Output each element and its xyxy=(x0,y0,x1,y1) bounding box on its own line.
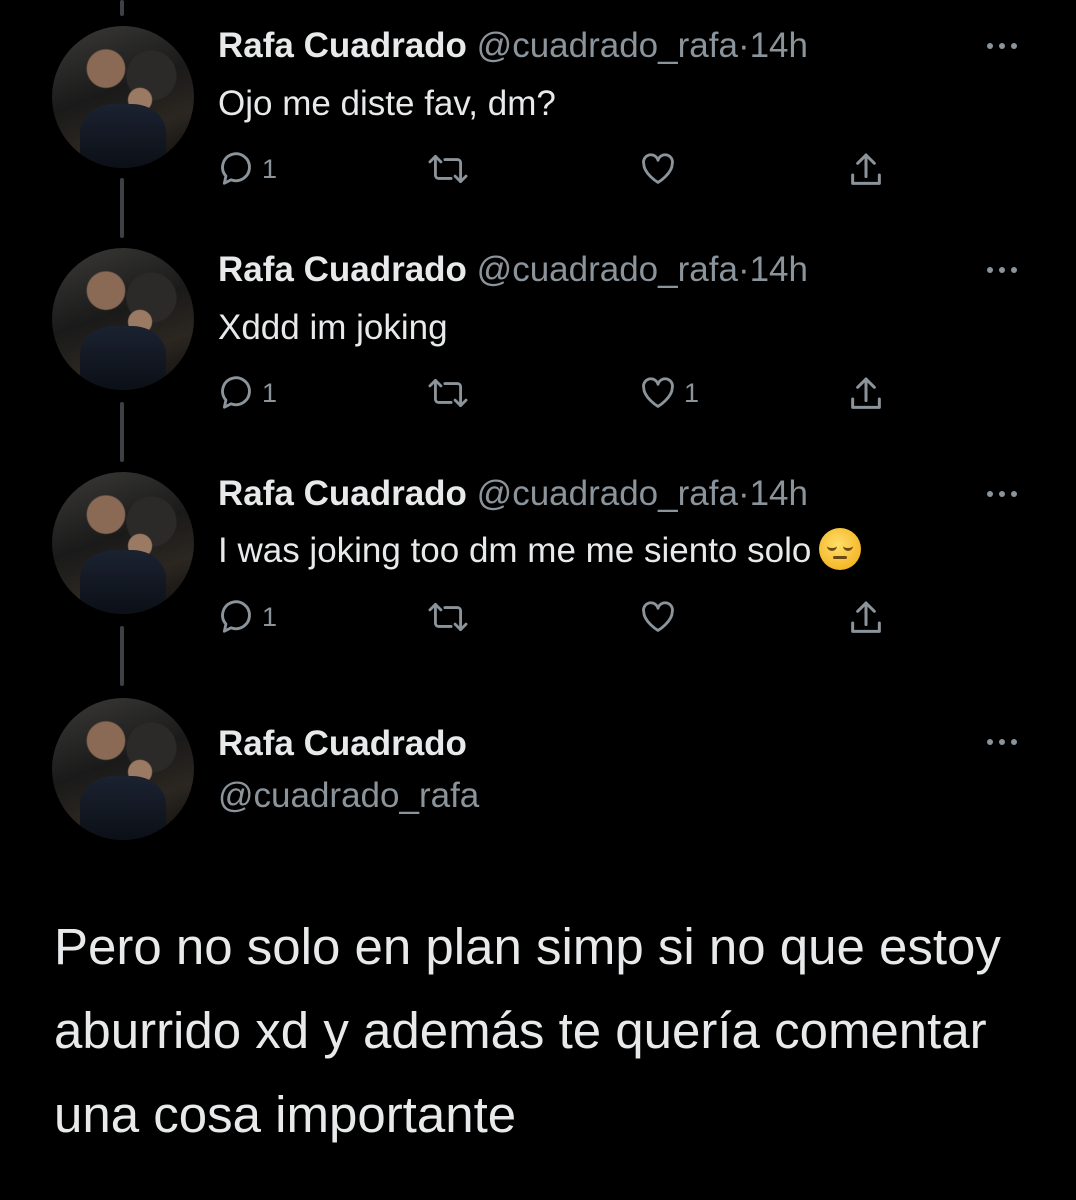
author-name[interactable]: Rafa Cuadrado xyxy=(218,474,467,513)
reply-button[interactable]: 1 xyxy=(218,150,277,188)
avatar[interactable] xyxy=(52,698,194,840)
separator: · xyxy=(737,26,750,65)
share-icon xyxy=(851,601,881,633)
like-icon xyxy=(642,377,674,408)
reply-button[interactable]: 1 xyxy=(218,598,277,636)
share-button[interactable] xyxy=(846,150,886,190)
avatar[interactable] xyxy=(52,26,194,168)
author-name[interactable]: Rafa Cuadrado xyxy=(218,26,467,65)
share-button[interactable] xyxy=(846,374,886,414)
avatar[interactable] xyxy=(52,248,194,390)
reply-button[interactable]: 1 xyxy=(218,374,277,412)
author-handle[interactable]: @cuadrado_rafa xyxy=(477,26,738,65)
tweet-header: Rafa Cuadrado @cuadrado_rafa·14h xyxy=(218,24,808,68)
more-icon[interactable] xyxy=(980,484,1024,504)
retweet-button[interactable] xyxy=(426,598,470,636)
tweet-text: Ojo me diste fav, dm? xyxy=(218,84,556,123)
like-icon xyxy=(642,153,674,184)
main-author-handle[interactable]: @cuadrado_rafa xyxy=(218,774,479,818)
author-handle[interactable]: @cuadrado_rafa xyxy=(477,474,738,513)
retweet-icon xyxy=(428,603,468,631)
share-button[interactable] xyxy=(846,598,886,638)
tweet[interactable]: Rafa Cuadrado @cuadrado_rafa·14h I was j… xyxy=(0,448,1076,672)
tweet-text: Xddd im joking xyxy=(218,308,448,347)
timestamp[interactable]: 14h xyxy=(750,474,808,513)
tweet[interactable]: Rafa Cuadrado @cuadrado_rafa·14h Xddd im… xyxy=(0,224,1076,448)
like-count: 1 xyxy=(684,377,700,408)
reply-count: 1 xyxy=(262,377,278,408)
separator: · xyxy=(737,474,750,513)
author-name[interactable]: Rafa Cuadrado xyxy=(218,250,467,289)
tweet-body: I was joking too dm me me siento solo xyxy=(218,528,862,573)
retweet-icon xyxy=(428,155,468,183)
reply-count: 1 xyxy=(262,153,278,184)
main-author-name[interactable]: Rafa Cuadrado xyxy=(218,722,467,766)
tweet[interactable]: Rafa Cuadrado @cuadrado_rafa·14h Ojo me … xyxy=(0,0,1076,224)
retweet-button[interactable] xyxy=(426,150,470,188)
share-icon xyxy=(851,377,881,409)
more-icon[interactable] xyxy=(980,732,1024,752)
more-icon[interactable] xyxy=(980,260,1024,280)
share-icon xyxy=(851,153,881,185)
tweet-actions: 1 1 xyxy=(0,374,1076,420)
avatar[interactable] xyxy=(52,472,194,614)
reply-icon xyxy=(221,600,251,633)
more-icon[interactable] xyxy=(980,36,1024,56)
tweet-actions: 1 xyxy=(0,598,1076,644)
tweet-header: Rafa Cuadrado @cuadrado_rafa·14h xyxy=(218,472,808,516)
like-button[interactable]: 1 xyxy=(638,374,699,412)
separator: · xyxy=(737,250,750,289)
reply-icon xyxy=(221,376,251,409)
author-handle[interactable]: @cuadrado_rafa xyxy=(477,250,738,289)
tweet-actions: 1 xyxy=(0,150,1076,196)
reply-icon xyxy=(221,152,251,185)
main-tweet-text: Pero no solo en plan simp si no que esto… xyxy=(54,918,1001,1143)
reply-count: 1 xyxy=(262,601,278,632)
like-icon xyxy=(642,601,674,632)
like-button[interactable] xyxy=(638,150,678,188)
retweet-button[interactable] xyxy=(426,374,470,412)
timestamp[interactable]: 14h xyxy=(750,250,808,289)
pensive-face-icon xyxy=(819,528,862,570)
timestamp[interactable]: 14h xyxy=(750,26,808,65)
tweet-text: I was joking too dm me me siento solo xyxy=(218,531,812,570)
retweet-icon xyxy=(428,379,468,407)
like-button[interactable] xyxy=(638,598,678,636)
tweet-header: Rafa Cuadrado @cuadrado_rafa·14h xyxy=(218,248,808,292)
